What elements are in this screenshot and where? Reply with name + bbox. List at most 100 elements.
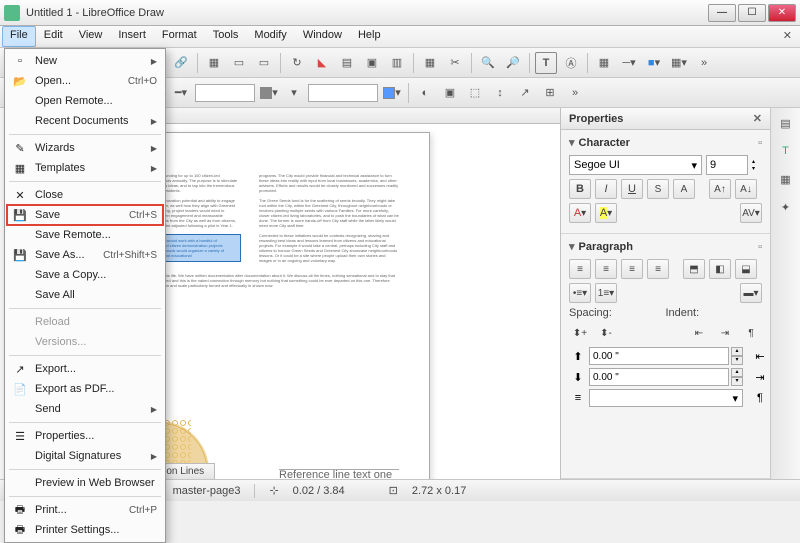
filemenu-wizards[interactable]: ✎Wizards▶ xyxy=(7,138,163,158)
chevron-down-icon[interactable]: ▾ xyxy=(569,136,575,149)
italic-button[interactable]: I xyxy=(595,179,617,199)
filemenu-save-a-copy-[interactable]: Save a Copy... xyxy=(7,265,163,285)
highlight-button[interactable]: A▾ xyxy=(595,203,617,223)
bullets[interactable]: •≡▾ xyxy=(569,283,591,303)
btn-crop[interactable]: ✂ xyxy=(444,52,466,74)
btn-text[interactable]: T xyxy=(535,52,557,74)
menu-insert[interactable]: Insert xyxy=(110,26,154,47)
btn-line[interactable]: ─▾ xyxy=(618,52,640,74)
btn-more[interactable]: » xyxy=(693,52,715,74)
properties-close-icon[interactable]: ✕ xyxy=(753,112,762,125)
filemenu-recent-documents[interactable]: Recent Documents▶ xyxy=(7,111,163,131)
filemenu-close[interactable]: ✕Close xyxy=(7,185,163,205)
increase-button[interactable]: A↑ xyxy=(709,179,731,199)
rt-properties[interactable]: ▤ xyxy=(775,112,797,134)
effect4[interactable]: ↕ xyxy=(489,82,511,104)
filemenu-save-all[interactable]: Save All xyxy=(7,285,163,305)
effect3[interactable]: ⬚ xyxy=(464,82,486,104)
btn-fontwork[interactable]: Ⓐ xyxy=(560,52,582,74)
menu-edit[interactable]: Edit xyxy=(36,26,71,47)
menu-view[interactable]: View xyxy=(71,26,111,47)
underline-button[interactable]: U xyxy=(621,179,643,199)
bgcolor[interactable]: ▬▾ xyxy=(740,283,762,303)
font-select[interactable]: Segoe UI▾ xyxy=(569,155,702,175)
valign-mid[interactable]: ◧ xyxy=(709,259,731,279)
first-indent[interactable]: ¶ xyxy=(740,323,762,343)
spacing-button[interactable]: AV▾ xyxy=(740,203,762,223)
menu-format[interactable]: Format xyxy=(154,26,205,47)
fillcolor[interactable]: ▾ xyxy=(381,82,403,104)
menu-file[interactable]: File xyxy=(2,26,36,47)
rt-styles[interactable]: T xyxy=(775,140,797,162)
strike-button[interactable]: S xyxy=(647,179,669,199)
align-right[interactable]: ≡ xyxy=(621,259,643,279)
filemenu-save-as-[interactable]: 💾Save As...Ctrl+Shift+S xyxy=(7,245,163,265)
btn-chart[interactable]: ▭ xyxy=(228,52,250,74)
linespacing[interactable]: ▾ xyxy=(589,389,743,407)
doc-close-icon[interactable]: ✕ xyxy=(777,26,798,47)
filemenu-new[interactable]: ▫New▶ xyxy=(7,51,163,71)
effect6[interactable]: ⊞ xyxy=(539,82,561,104)
filemenu-save[interactable]: 💾SaveCtrl+S xyxy=(7,205,163,225)
filemenu-digital-signatures[interactable]: Digital Signatures▶ xyxy=(7,446,163,466)
filemenu-properties-[interactable]: ☰Properties... xyxy=(7,426,163,446)
fillselect[interactable] xyxy=(308,84,378,102)
section-more-icon[interactable]: ▫ xyxy=(758,137,762,149)
filemenu-open-[interactable]: 📂Open...Ctrl+O xyxy=(7,71,163,91)
filemenu-export-[interactable]: ↗Export... xyxy=(7,359,163,379)
filemenu-templates[interactable]: ▦Templates▶ xyxy=(7,158,163,178)
filemenu-save-remote-[interactable]: Save Remote... xyxy=(7,225,163,245)
btn-extrude[interactable]: ▦ xyxy=(593,52,615,74)
shadow-button[interactable]: A xyxy=(673,179,695,199)
rt-nav[interactable]: ✦ xyxy=(775,196,797,218)
inc-spacing[interactable]: ⬍+ xyxy=(569,323,591,343)
btn-more2[interactable]: » xyxy=(564,82,586,104)
dec-indent[interactable]: ⇥ xyxy=(714,323,736,343)
filemenu-preview-in-web-browser[interactable]: Preview in Web Browser xyxy=(7,473,163,493)
menu-window[interactable]: Window xyxy=(295,26,350,47)
btn-flip[interactable]: ◣ xyxy=(311,52,333,74)
effect1[interactable]: ◐ xyxy=(414,82,436,104)
space-below[interactable] xyxy=(589,368,729,386)
menu-help[interactable]: Help xyxy=(350,26,389,47)
maximize-button[interactable]: ☐ xyxy=(738,4,766,22)
linecolor[interactable]: ▾ xyxy=(258,82,280,104)
filemenu-print-[interactable]: 🖶Print...Ctrl+P xyxy=(7,500,163,520)
close-button[interactable]: ✕ xyxy=(768,4,796,22)
menu-tools[interactable]: Tools xyxy=(205,26,247,47)
section-more-icon-2[interactable]: ▫ xyxy=(758,241,762,253)
btn-distribute[interactable]: ▥ xyxy=(386,52,408,74)
btn-align[interactable]: ▤ xyxy=(336,52,358,74)
btn-image[interactable]: ▭ xyxy=(253,52,275,74)
btn-shadow[interactable]: ▦ xyxy=(419,52,441,74)
decrease-button[interactable]: A↓ xyxy=(735,179,757,199)
align-justify[interactable]: ≡ xyxy=(647,259,669,279)
font-size[interactable]: 9 xyxy=(706,155,748,175)
dec-spacing[interactable]: ⬍- xyxy=(595,323,617,343)
linewidth[interactable] xyxy=(195,84,255,102)
valign-top[interactable]: ⬒ xyxy=(683,259,705,279)
space-above[interactable] xyxy=(589,347,729,365)
filemenu-export-as-pdf-[interactable]: 📄Export as PDF... xyxy=(7,379,163,399)
align-center[interactable]: ≡ xyxy=(595,259,617,279)
chevron-down-icon-2[interactable]: ▾ xyxy=(569,240,575,253)
btn-fill[interactable]: ■▾ xyxy=(643,52,665,74)
numbers[interactable]: 1≡▾ xyxy=(595,283,617,303)
linestyle[interactable]: ━▾ xyxy=(170,82,192,104)
btn-rotate[interactable]: ↻ xyxy=(286,52,308,74)
btn-url[interactable]: 🔗 xyxy=(170,52,192,74)
filemenu-printer-settings-[interactable]: 🖶Printer Settings... xyxy=(7,520,163,540)
btn-shadow2[interactable]: ▦▾ xyxy=(668,52,690,74)
btn-arrange[interactable]: ▣ xyxy=(361,52,383,74)
effect2[interactable]: ▣ xyxy=(439,82,461,104)
inc-indent[interactable]: ⇤ xyxy=(688,323,710,343)
valign-bot[interactable]: ⬓ xyxy=(735,259,757,279)
rt-gallery[interactable]: ▦ xyxy=(775,168,797,190)
fillstyle[interactable]: ▾ xyxy=(283,82,305,104)
fontcolor-button[interactable]: A▾ xyxy=(569,203,591,223)
filemenu-send[interactable]: Send▶ xyxy=(7,399,163,419)
filemenu-open-remote-[interactable]: Open Remote... xyxy=(7,91,163,111)
btn-zoomfit[interactable]: 🔎 xyxy=(502,52,524,74)
menu-modify[interactable]: Modify xyxy=(246,26,294,47)
effect5[interactable]: ↗ xyxy=(514,82,536,104)
